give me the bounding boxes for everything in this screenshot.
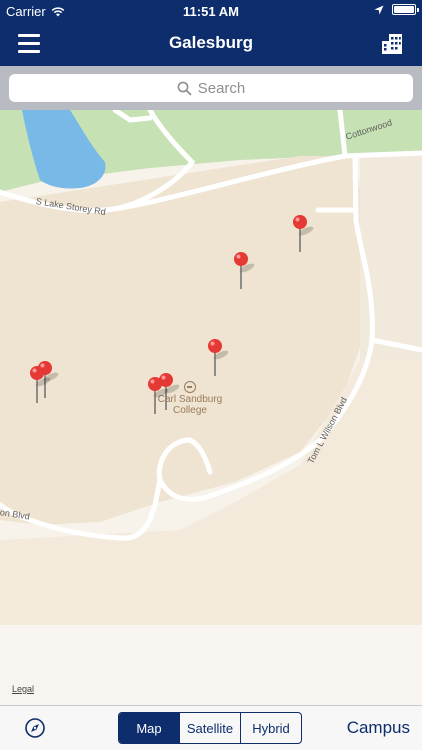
map-pin[interactable] <box>226 251 256 293</box>
campus-button[interactable]: Campus <box>347 718 410 738</box>
location-arrow-icon <box>374 5 384 14</box>
nav-bar: Galesburg <box>0 22 422 66</box>
search-input[interactable]: Search <box>9 74 413 102</box>
compass-icon[interactable] <box>24 717 46 739</box>
search-placeholder: Search <box>197 79 246 97</box>
map-type-satellite[interactable]: Satellite <box>179 713 240 743</box>
battery-fill <box>394 6 414 13</box>
map-type-map[interactable]: Map <box>119 713 179 743</box>
college-icon <box>184 381 196 393</box>
map-pin[interactable] <box>200 338 230 380</box>
legal-link[interactable]: Legal <box>12 684 34 694</box>
page-title: Galesburg <box>168 33 254 52</box>
status-bar: Carrier 11:51 AM <box>0 0 422 22</box>
map-type-hybrid[interactable]: Hybrid <box>240 713 301 743</box>
battery-icon <box>392 4 419 15</box>
map-type-selector: Map Satellite Hybrid <box>118 712 302 744</box>
map-view[interactable]: S Lake Storey Rd Cottonwood Tom L Wilson… <box>0 110 422 705</box>
building-icon[interactable] <box>380 32 404 56</box>
search-bar-container: Search <box>0 66 422 110</box>
bottom-toolbar: Map Satellite Hybrid Campus <box>0 705 422 750</box>
map-pin[interactable] <box>140 376 170 418</box>
search-icon <box>177 81 192 96</box>
map-pin[interactable] <box>22 365 52 407</box>
map-pin[interactable] <box>285 214 315 256</box>
clock: 11:51 AM <box>183 4 239 19</box>
